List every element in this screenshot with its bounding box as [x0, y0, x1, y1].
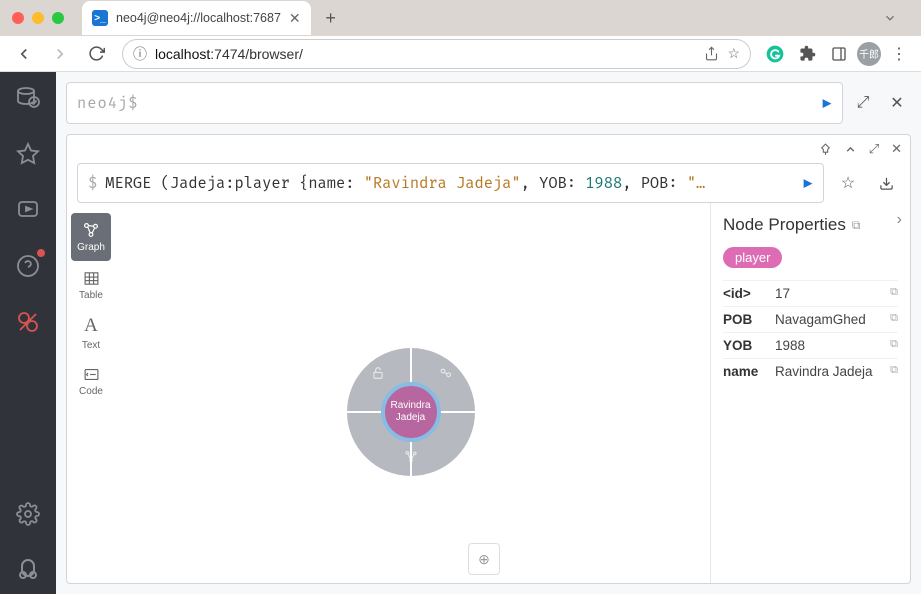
- copy-icon[interactable]: ⧉: [890, 364, 898, 379]
- editor-fullscreen-button[interactable]: ⤢: [849, 89, 877, 117]
- new-tab-button[interactable]: +: [317, 4, 345, 32]
- prop-row: name Ravindra Jadeja ⧉: [723, 358, 898, 384]
- url-text: localhost:7474/browser/: [155, 46, 696, 62]
- tab-favicon: >_: [92, 10, 108, 26]
- view-tab-label: Code: [79, 386, 103, 397]
- properties-title: Node Properties ⧉: [723, 215, 898, 235]
- profile-avatar[interactable]: 千郎: [857, 42, 881, 66]
- site-info-icon[interactable]: ⓘ: [133, 44, 147, 64]
- editor-close-button[interactable]: ✕: [883, 89, 911, 117]
- text-view-icon: A: [84, 315, 98, 337]
- sidebar-favorites-icon[interactable]: [14, 140, 42, 168]
- tab-title: neo4j@neo4j://localhost:7687: [116, 11, 281, 25]
- window-close-button[interactable]: [12, 12, 24, 24]
- copy-all-icon[interactable]: ⧉: [852, 218, 861, 233]
- sidebar-database-icon[interactable]: [14, 84, 42, 112]
- result-frame: ⤢ ✕ $ MERGE (Jadeja:player {name: "Ravin…: [66, 134, 911, 584]
- prop-value: NavagamGhed: [775, 312, 890, 327]
- query-download-button[interactable]: [872, 169, 900, 197]
- tab-close-button[interactable]: ✕: [289, 10, 301, 27]
- browser-tabstrip: >_ neo4j@neo4j://localhost:7687 ✕ +: [82, 0, 345, 36]
- window-minimize-button[interactable]: [32, 12, 44, 24]
- node-context-ring: RavindraJadeja: [347, 348, 475, 476]
- window-zoom-button[interactable]: [52, 12, 64, 24]
- graph-view-icon: [82, 221, 100, 239]
- editor-run-button[interactable]: ▶: [822, 93, 832, 113]
- graph-canvas[interactable]: RavindraJadeja ⊕: [111, 203, 710, 583]
- ring-expand-icon[interactable]: [438, 366, 453, 381]
- prop-key: <id>: [723, 286, 775, 301]
- window-titlebar: >_ neo4j@neo4j://localhost:7687 ✕ +: [0, 0, 921, 36]
- graph-node[interactable]: RavindraJadeja: [381, 382, 441, 442]
- sidebar-help-icon[interactable]: [14, 252, 42, 280]
- prop-key: YOB: [723, 338, 775, 353]
- view-tab-code[interactable]: Code: [71, 357, 111, 405]
- prop-row: YOB 1988 ⧉: [723, 332, 898, 358]
- browser-tab[interactable]: >_ neo4j@neo4j://localhost:7687 ✕: [82, 1, 311, 35]
- prop-key: POB: [723, 312, 775, 327]
- query-text: MERGE (Jadeja:player {name: "Ravindra Ja…: [105, 174, 803, 193]
- neo4j-sidebar: [0, 72, 56, 594]
- query-display[interactable]: $ MERGE (Jadeja:player {name: "Ravindra …: [77, 163, 824, 203]
- copy-icon[interactable]: ⧉: [890, 338, 898, 353]
- nav-forward-button[interactable]: [44, 38, 76, 70]
- prop-value: 17: [775, 286, 890, 301]
- table-view-icon: [83, 270, 100, 287]
- properties-collapse-button[interactable]: ›: [897, 211, 902, 229]
- sidebar-about-icon[interactable]: [14, 556, 42, 584]
- view-tab-label: Table: [79, 290, 103, 301]
- prop-value: Ravindra Jadeja: [775, 364, 890, 379]
- prop-row: POB NavagamGhed ⧉: [723, 306, 898, 332]
- query-rerun-button[interactable]: ▶: [803, 173, 813, 193]
- browser-toolbar: ⓘ localhost:7474/browser/ ☆ 千郎 ⋮: [0, 36, 921, 72]
- frame-pin-button[interactable]: [819, 143, 832, 156]
- notification-dot: [37, 249, 45, 257]
- sidebar-sync-icon[interactable]: [14, 308, 42, 336]
- zoom-fit-button[interactable]: ⊕: [468, 543, 500, 575]
- frame-close-button[interactable]: ✕: [891, 141, 902, 157]
- query-favorite-button[interactable]: ☆: [834, 169, 862, 197]
- view-tab-text[interactable]: A Text: [71, 309, 111, 357]
- traffic-lights: [12, 12, 64, 24]
- frame-collapse-button[interactable]: [844, 143, 857, 156]
- ring-unlock-icon[interactable]: [371, 366, 385, 380]
- view-tab-label: Text: [82, 340, 100, 351]
- prop-row: <id> 17 ⧉: [723, 280, 898, 306]
- view-mode-tabs: Graph Table A Text: [67, 203, 111, 583]
- browser-menu-button[interactable]: ⋮: [885, 40, 913, 68]
- nav-back-button[interactable]: [8, 38, 40, 70]
- ring-remove-icon[interactable]: [403, 449, 418, 464]
- frame-fullscreen-button[interactable]: ⤢: [869, 141, 879, 157]
- prop-value: 1988: [775, 338, 890, 353]
- side-panel-icon[interactable]: [825, 40, 853, 68]
- copy-icon[interactable]: ⧉: [890, 312, 898, 327]
- prop-key: name: [723, 364, 775, 379]
- view-tab-table[interactable]: Table: [71, 261, 111, 309]
- sidebar-settings-icon[interactable]: [14, 500, 42, 528]
- share-icon[interactable]: [704, 46, 719, 61]
- properties-panel: › Node Properties ⧉ player <id> 17 ⧉ PO: [710, 203, 910, 583]
- code-view-icon: [83, 366, 100, 383]
- query-prompt-icon: $: [88, 174, 97, 193]
- node-label-badge[interactable]: player: [723, 247, 782, 268]
- view-tab-graph[interactable]: Graph: [71, 213, 111, 261]
- extensions-icon[interactable]: [793, 40, 821, 68]
- editor-prompt: neo4j$: [77, 94, 138, 113]
- copy-icon[interactable]: ⧉: [890, 286, 898, 301]
- grammarly-extension-icon[interactable]: [761, 40, 789, 68]
- tab-list-button[interactable]: [871, 7, 909, 29]
- nav-reload-button[interactable]: [80, 38, 112, 70]
- bookmark-star-icon[interactable]: ☆: [727, 45, 740, 62]
- cypher-editor[interactable]: neo4j$ ▶: [66, 82, 843, 124]
- sidebar-guides-icon[interactable]: [14, 196, 42, 224]
- view-tab-label: Graph: [77, 242, 105, 253]
- url-bar[interactable]: ⓘ localhost:7474/browser/ ☆: [122, 39, 751, 69]
